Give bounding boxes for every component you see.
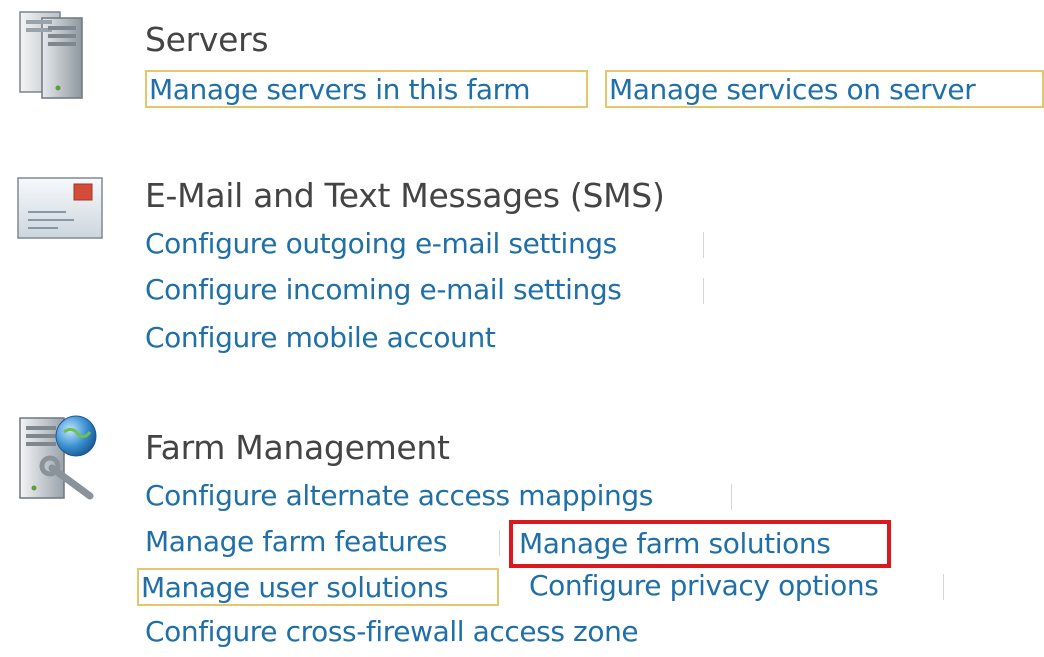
- link-manage-services[interactable]: Manage services on server: [605, 70, 1044, 108]
- link-cross-firewall-access-zone[interactable]: Configure cross-firewall access zone: [145, 614, 639, 652]
- section-title-email: E-Mail and Text Messages (SMS): [145, 176, 665, 215]
- section-title-farm-management: Farm Management: [145, 428, 450, 467]
- link-outgoing-email[interactable]: Configure outgoing e-mail settings: [145, 226, 617, 264]
- link-incoming-email[interactable]: Configure incoming e-mail settings: [145, 272, 622, 310]
- link-mobile-account[interactable]: Configure mobile account: [145, 320, 496, 358]
- link-separator: [943, 574, 944, 600]
- link-manage-user-solutions[interactable]: Manage user solutions: [137, 568, 499, 606]
- farm-management-icon: [19, 415, 97, 500]
- link-separator: [731, 484, 732, 510]
- server-tower-icon: [19, 11, 83, 99]
- link-separator: [499, 530, 500, 556]
- link-configure-privacy-options[interactable]: Configure privacy options: [529, 568, 879, 606]
- section-title-servers: Servers: [145, 20, 269, 59]
- link-manage-farm-solutions[interactable]: Manage farm solutions: [509, 520, 891, 568]
- link-separator: [703, 232, 704, 258]
- envelope-icon: [17, 177, 103, 239]
- link-manage-farm-features[interactable]: Manage farm features: [145, 524, 447, 562]
- link-manage-servers[interactable]: Manage servers in this farm: [145, 70, 588, 108]
- link-alternate-access-mappings[interactable]: Configure alternate access mappings: [145, 478, 653, 516]
- link-separator: [703, 278, 704, 304]
